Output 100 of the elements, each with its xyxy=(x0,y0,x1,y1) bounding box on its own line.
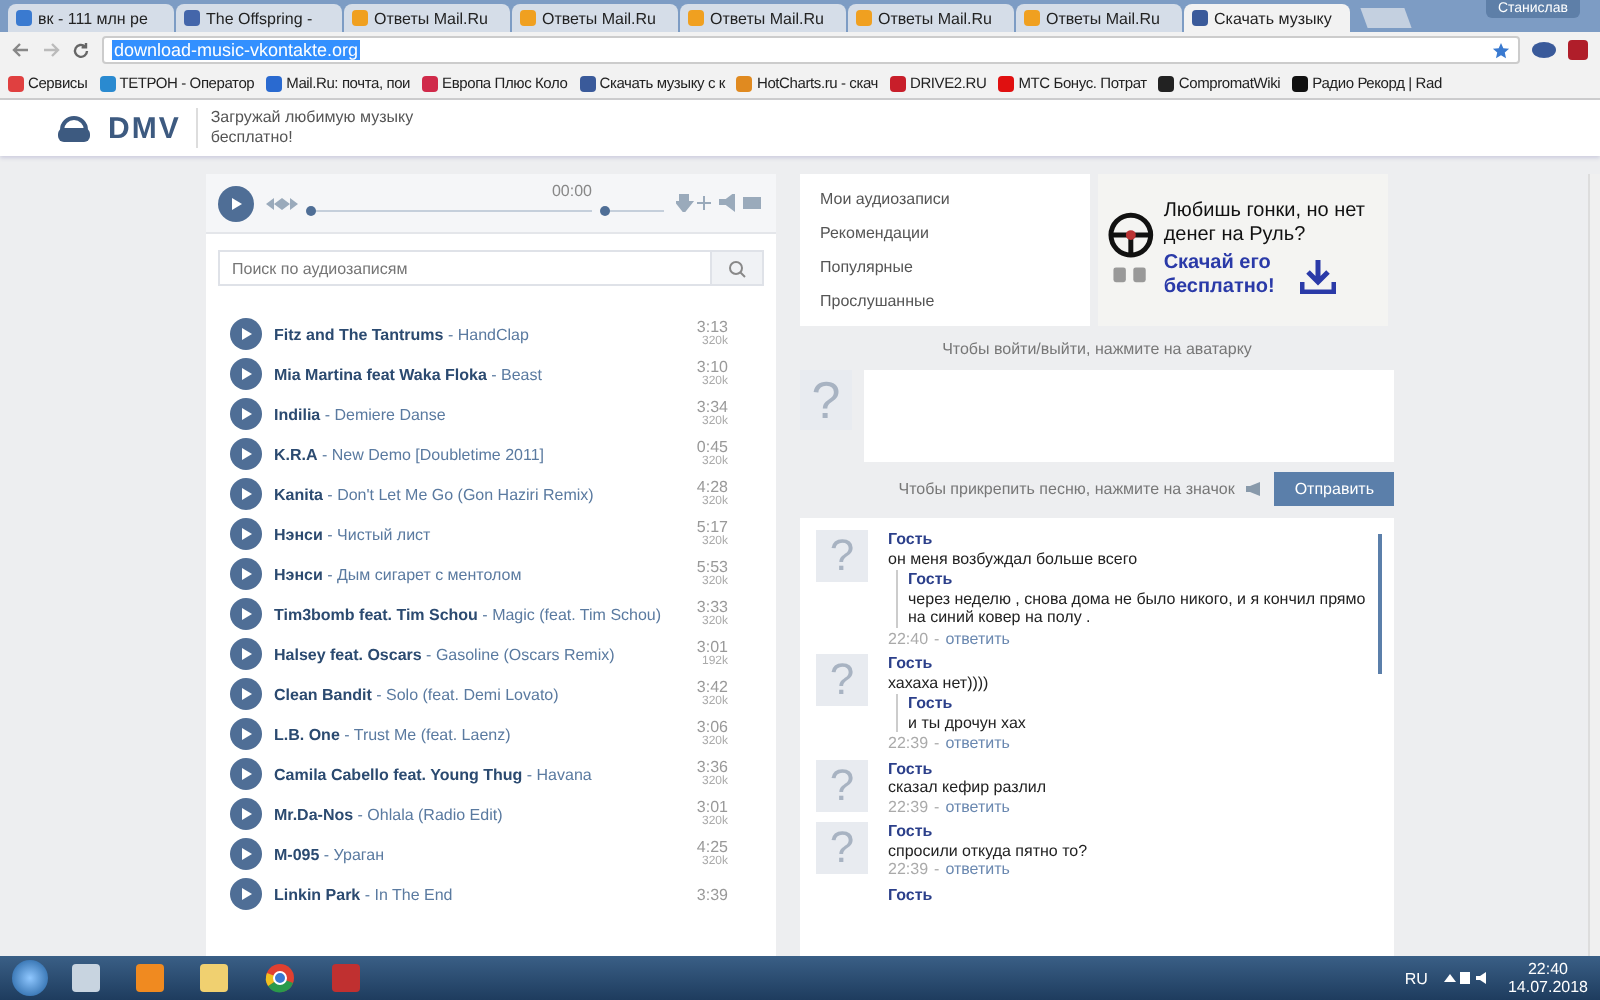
menu-link[interactable]: Мои аудиозаписи xyxy=(820,190,1070,208)
clock-time[interactable]: 22:40 xyxy=(1527,960,1568,978)
play-icon xyxy=(238,526,254,542)
browser-tab[interactable]: Ответы Mail.Ru xyxy=(680,4,846,32)
menu-link[interactable]: Популярные xyxy=(820,258,1070,276)
play-icon xyxy=(238,406,254,422)
author-link[interactable]: Гость xyxy=(908,570,1370,589)
reply-link[interactable]: ответить xyxy=(945,860,1010,879)
play-button[interactable] xyxy=(230,598,262,630)
play-button[interactable] xyxy=(230,558,262,590)
author-link[interactable]: Гость xyxy=(888,885,933,904)
play-button[interactable] xyxy=(230,358,262,390)
search-field[interactable]: Поиск по аудиозаписям xyxy=(218,250,712,286)
play-button[interactable] xyxy=(230,678,262,710)
track-duration: 3:34 xyxy=(696,398,728,416)
search-button[interactable] xyxy=(712,250,764,286)
play-button[interactable] xyxy=(230,638,262,670)
play-icon xyxy=(238,326,254,342)
play-icon xyxy=(238,646,254,662)
language-indicator[interactable]: RU xyxy=(1404,969,1428,987)
reload-icon[interactable] xyxy=(72,41,90,59)
tab-favicon-icon xyxy=(1192,10,1208,26)
scrollbar-thumb[interactable] xyxy=(1378,534,1382,674)
play-button[interactable] xyxy=(230,518,262,550)
volume-thumb[interactable] xyxy=(600,206,610,216)
play-button[interactable] xyxy=(230,718,262,750)
author-link[interactable]: Гость xyxy=(908,694,1026,713)
progress-thumb[interactable] xyxy=(306,206,316,216)
track-name[interactable]: Clean Bandit - Solo (feat. Demi Lovato) xyxy=(274,685,685,703)
track-name[interactable]: Linkin Park - In The End xyxy=(274,885,685,903)
author-link[interactable]: Гость xyxy=(888,530,1370,549)
play-icon xyxy=(238,726,254,742)
track-name[interactable]: Halsey feat. Oscars - Gasoline (Oscars Remix) xyxy=(274,645,685,663)
browser-tab[interactable]: Ответы Mail.Ru xyxy=(1016,4,1182,32)
reply-link[interactable]: ответить xyxy=(945,797,1010,816)
star-icon[interactable] xyxy=(1492,41,1510,59)
play-button[interactable] xyxy=(230,838,262,870)
reply-link[interactable]: ответить xyxy=(945,734,1010,753)
start-button[interactable] xyxy=(12,960,48,996)
track-name[interactable]: Tim3bomb feat. Tim Schou - Magic (feat. Tim Schou) xyxy=(274,605,685,623)
ad-headline: Любишь гонки, но нет денег на Руль? xyxy=(1163,200,1367,248)
tab-favicon-icon xyxy=(520,10,536,26)
author-link[interactable]: Гость xyxy=(888,759,1046,778)
browser-tab[interactable]: вк - 111 млн ре xyxy=(8,4,174,32)
menu-link[interactable]: Рекомендации xyxy=(820,224,1070,242)
track-duration: 3:36 xyxy=(696,758,728,776)
track-duration: 0:45 xyxy=(696,438,728,456)
separator: - xyxy=(934,860,940,879)
track-name[interactable]: Indilia - Demiere Danse xyxy=(274,405,685,423)
track-name[interactable]: Нэнси - Чистый лист xyxy=(274,525,685,543)
tab-favicon-icon xyxy=(16,10,32,26)
menu-link[interactable]: Прослушанные xyxy=(820,292,1070,310)
play-button[interactable] xyxy=(230,398,262,430)
play-button[interactable] xyxy=(230,438,262,470)
track-duration: 3:42 xyxy=(696,678,728,696)
track-name[interactable]: K.R.A - New Demo [Doubletime 2011] xyxy=(274,445,685,463)
send-button[interactable]: Отправить xyxy=(1274,472,1394,506)
track-name[interactable]: Mr.Da-Nos - Ohlala (Radio Edit) xyxy=(274,805,685,823)
message-time: 22:39 xyxy=(888,797,929,816)
track-duration: 4:28 xyxy=(696,478,728,496)
author-link[interactable]: Гость xyxy=(888,822,1088,841)
ad-link[interactable]: Скачай его бесплатно! xyxy=(1163,252,1288,300)
track-name[interactable]: Нэнси - Дым сигарет с ментолом xyxy=(274,565,685,583)
browser-tab[interactable]: Скачать музыку xyxy=(1184,4,1350,32)
browser-tab[interactable]: The Offspring - xyxy=(176,4,342,32)
tab-favicon-icon xyxy=(856,10,872,26)
tray-icons-drawing[interactable] xyxy=(1443,970,1492,986)
message-text: он меня возбуждал больше всего xyxy=(888,549,1140,568)
search-icon xyxy=(728,259,746,277)
track-name[interactable]: Fitz and The Tantrums - HandClap xyxy=(274,325,685,343)
browser-tab[interactable]: Ответы Mail.Ru xyxy=(848,4,1014,32)
play-button[interactable] xyxy=(230,478,262,510)
playback-time: 00:00 xyxy=(551,182,592,200)
download-icon[interactable] xyxy=(1299,258,1336,294)
site-tagline: Загружай любимую музыку бесплатно! xyxy=(196,108,437,148)
track-name[interactable]: Mia Martina feat Waka Floka - Beast xyxy=(274,365,685,383)
play-button[interactable] xyxy=(230,758,262,790)
author-link[interactable]: Гость xyxy=(888,654,1026,673)
login-hint: Чтобы войти/выйти, нажмите на аватарку xyxy=(940,338,1254,362)
track-name[interactable]: Camila Cabello feat. Young Thug - Havana xyxy=(274,765,685,783)
message-text: спросили откуда пятно то? xyxy=(888,841,1088,860)
track-name[interactable]: M-095 - Ураган xyxy=(274,845,685,863)
track-duration: 3:13 xyxy=(696,318,728,336)
play-button[interactable] xyxy=(230,878,262,910)
play-button[interactable] xyxy=(230,798,262,830)
browser-tab[interactable]: Ответы Mail.Ru xyxy=(512,4,678,32)
reply-link[interactable]: ответить xyxy=(945,629,1010,648)
quote-text: и ты дрочун хах xyxy=(908,713,1026,732)
play-icon xyxy=(238,806,254,822)
separator: - xyxy=(934,629,940,648)
site-logo[interactable]: DMV xyxy=(108,111,181,145)
chrome-icon[interactable] xyxy=(264,962,296,994)
track-name[interactable]: L.B. One - Trust Me (feat. Laenz) xyxy=(274,725,685,743)
back-icon[interactable] xyxy=(12,42,30,58)
play-button[interactable] xyxy=(230,318,262,350)
track-name[interactable]: Kanita - Don't Let Me Go (Gon Haziri Remix) xyxy=(274,485,685,503)
clock-date[interactable]: 14.07.2018 xyxy=(1507,978,1588,996)
track-duration: 5:53 xyxy=(696,558,728,576)
browser-tab[interactable]: Ответы Mail.Ru xyxy=(344,4,510,32)
play-button[interactable] xyxy=(218,185,254,221)
